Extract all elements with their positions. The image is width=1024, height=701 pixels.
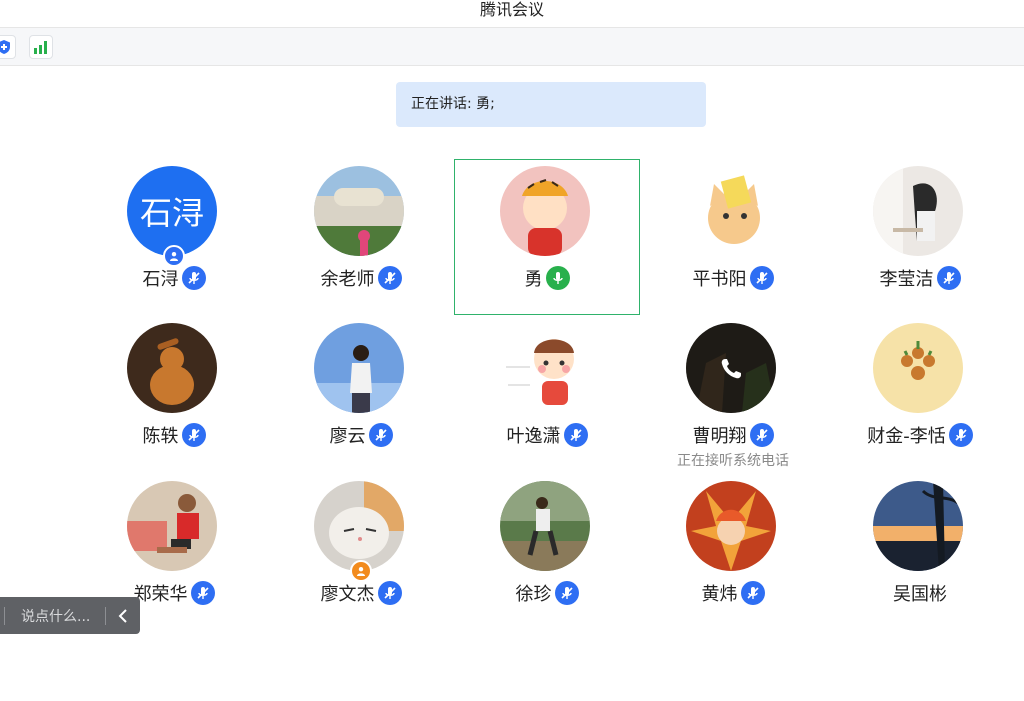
mic-muted-icon[interactable]: [377, 266, 402, 290]
participant-name-row: 余老师: [268, 265, 454, 291]
participant-name: 余老师: [320, 269, 375, 290]
participant-name: 财金-李恬: [867, 426, 946, 447]
participant-name-row: 徐珍: [454, 580, 640, 606]
participant-tile[interactable]: 吴国彬: [827, 474, 1013, 630]
speaking-banner: 正在讲话: 勇;: [396, 82, 706, 127]
avatar: [500, 481, 590, 571]
participant-name-row: 陈轶: [81, 422, 267, 448]
participant-name-row: 李莹洁: [827, 265, 1013, 291]
signal-bars-icon[interactable]: [29, 35, 53, 59]
host-user-icon: [163, 245, 185, 267]
shield-plus-icon[interactable]: [0, 35, 16, 59]
participant-name-row: 黄炜: [640, 580, 826, 606]
avatar: [873, 166, 963, 256]
mic-muted-icon[interactable]: [740, 581, 765, 605]
participant-tile[interactable]: 石浔 石浔: [81, 159, 267, 315]
chevron-left-icon[interactable]: [106, 597, 140, 634]
mic-muted-icon[interactable]: [936, 266, 961, 290]
participant-tile[interactable]: 余老师: [268, 159, 454, 315]
avatar: 石浔: [127, 166, 217, 256]
participant-name-row: 财金-李恬: [827, 422, 1013, 448]
avatar: [314, 166, 404, 256]
avatar: [873, 323, 963, 413]
mic-muted-icon[interactable]: [948, 423, 973, 447]
avatar: [500, 323, 590, 413]
avatar: [314, 481, 404, 571]
participant-name-row: 石浔: [81, 265, 267, 291]
participant-tile[interactable]: 财金-李恬: [827, 316, 1013, 472]
participant-tile[interactable]: 曹明翔 正在接听系统电话: [640, 316, 826, 472]
co-host-user-icon: [350, 560, 372, 582]
participant-tile-active[interactable]: 勇: [454, 159, 640, 315]
participant-name-row: 平书阳: [640, 265, 826, 291]
participant-tile[interactable]: 廖云: [268, 316, 454, 472]
participant-name-row: 廖云: [268, 422, 454, 448]
participant-tile[interactable]: 廖文杰: [268, 474, 454, 630]
participant-tile[interactable]: 李莹洁: [827, 159, 1013, 315]
avatar: [127, 481, 217, 571]
chat-input[interactable]: 说点什么...: [5, 606, 105, 626]
participant-name: 平书阳: [692, 269, 747, 290]
participant-name: 叶逸潇: [506, 426, 561, 447]
avatar: [500, 166, 590, 256]
mic-muted-icon[interactable]: [554, 581, 579, 605]
participant-tile[interactable]: 陈轶: [81, 316, 267, 472]
chat-bar: 说点什么...: [0, 597, 140, 634]
avatar: [686, 166, 776, 256]
participant-tile[interactable]: 黄炜: [640, 474, 826, 630]
participant-tile[interactable]: 叶逸潇: [454, 316, 640, 472]
avatar: [314, 323, 404, 413]
participant-name: 曹明翔: [692, 426, 747, 447]
participant-name-row: 勇: [455, 265, 639, 291]
participant-name: 吴国彬: [893, 584, 947, 605]
participant-name-row: 吴国彬: [827, 580, 1013, 606]
participant-status: 正在接听系统电话: [677, 453, 789, 469]
mic-muted-icon[interactable]: [181, 423, 206, 447]
participant-name: 黄炜: [701, 584, 738, 605]
participant-name: 石浔: [142, 269, 179, 290]
phone-icon: [718, 356, 744, 382]
mic-speaking-icon[interactable]: [545, 266, 570, 290]
participant-name-row: 廖文杰: [268, 580, 454, 606]
mic-muted-icon[interactable]: [749, 423, 774, 447]
mic-muted-icon[interactable]: [377, 581, 402, 605]
participant-tile[interactable]: 徐珍: [454, 474, 640, 630]
participant-name: 廖文杰: [320, 584, 375, 605]
speaking-text: 正在讲话: 勇;: [411, 96, 495, 112]
mic-muted-icon[interactable]: [563, 423, 588, 447]
mic-muted-icon[interactable]: [181, 266, 206, 290]
participant-name: 陈轶: [142, 426, 179, 447]
avatar: [686, 481, 776, 571]
avatar: [127, 323, 217, 413]
mic-muted-icon[interactable]: [749, 266, 774, 290]
mic-muted-icon[interactable]: [190, 581, 215, 605]
avatar: [873, 481, 963, 571]
participant-name-row: 曹明翔: [640, 422, 826, 448]
window-title: 腾讯会议: [0, 0, 1024, 26]
participant-name-row: 叶逸潇: [454, 422, 640, 448]
mic-muted-icon[interactable]: [368, 423, 393, 447]
participant-name: 李莹洁: [879, 269, 934, 290]
participant-name: 徐珍: [515, 584, 552, 605]
participant-tile[interactable]: 平书阳: [640, 159, 826, 315]
participant-name: 郑荣华: [133, 584, 188, 605]
top-toolbar: [0, 27, 1024, 66]
participant-name: 廖云: [329, 426, 366, 447]
participant-name: 勇: [524, 269, 543, 290]
